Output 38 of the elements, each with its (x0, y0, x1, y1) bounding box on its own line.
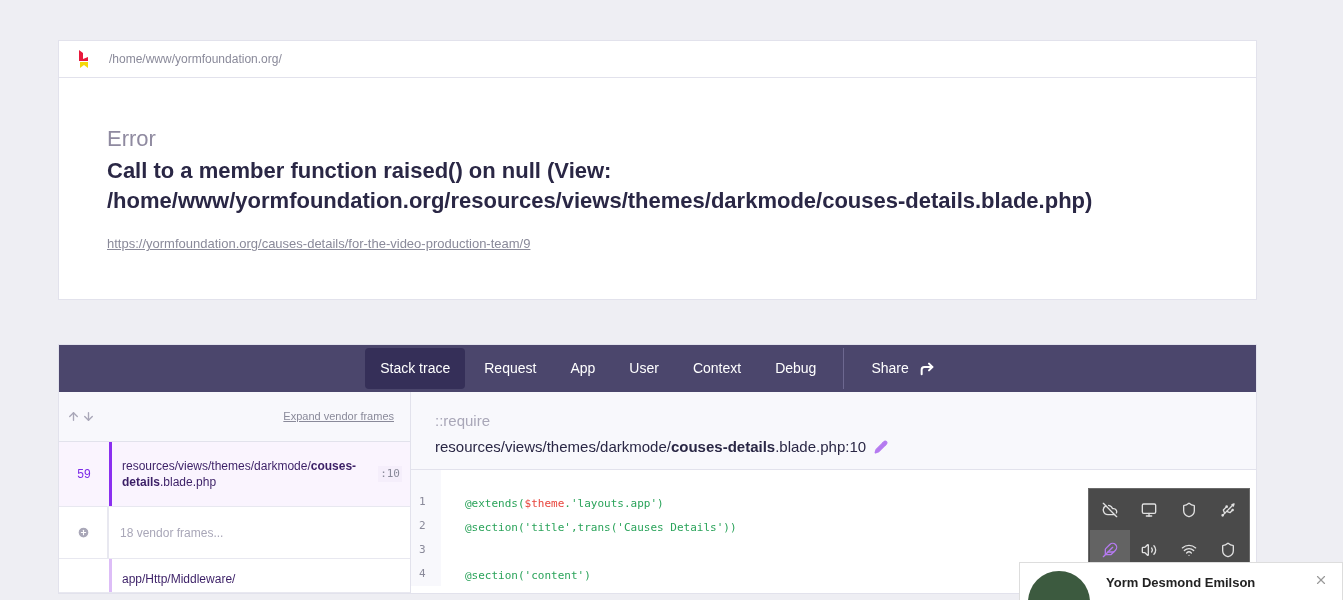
logo-icon (77, 50, 89, 68)
code-line: @section('content') (465, 569, 591, 582)
speaker-icon[interactable] (1141, 542, 1158, 558)
wifi-icon[interactable] (1180, 542, 1197, 558)
line-number: 3 (418, 542, 427, 558)
close-icon[interactable] (1314, 573, 1328, 587)
shield-icon[interactable] (1220, 542, 1237, 558)
share-button[interactable]: Share (856, 348, 950, 389)
tab[interactable]: User (614, 348, 674, 389)
stack-frame[interactable]: app/Http/Middleware/ (59, 559, 410, 593)
frame-path: app/Http/Middleware/ (122, 570, 236, 587)
path-text: /home/www/yormfoundation.org/ (109, 51, 282, 68)
line-number: 4 (418, 566, 427, 582)
monitor-icon[interactable] (1141, 502, 1158, 518)
line-number: :10 (378, 465, 402, 483)
error-message: Call to a member function raised() on null (View: /home/www/yormfoundation.org/resources/views/themes/darkmode/couses-details.blade.php) (107, 157, 1094, 215)
tab[interactable]: Stack trace (365, 348, 466, 389)
usb-icon[interactable] (1220, 502, 1237, 518)
request-url-link[interactable]: https://yormfoundation.org/causes-details/for-the-video-production-team/9 (107, 234, 531, 254)
frame-number: 59 (77, 466, 91, 483)
sender-name: Yorm Desmond Emilson (1106, 574, 1256, 592)
share-icon (918, 360, 935, 377)
line-number: 2 (418, 518, 427, 534)
stack-frame[interactable]: 59 resources/views/themes/darkmode/couses-details.blade.php :10 (59, 442, 410, 507)
line-number: 1 (418, 494, 427, 510)
pencil-icon[interactable] (874, 439, 889, 454)
error-label: Error (107, 125, 157, 153)
file-path: resources/views/themes/darkmode/couses-details.blade.php:10 (435, 436, 867, 457)
shield-icon[interactable] (1180, 502, 1197, 518)
tab[interactable]: Context (677, 348, 757, 389)
code-line: @extends($theme.'layouts.app') (465, 497, 664, 510)
cloud-off-icon[interactable] (1101, 502, 1118, 518)
tab[interactable]: Debug (760, 348, 832, 389)
tab[interactable]: Request (469, 348, 552, 389)
tab[interactable]: App (555, 348, 611, 389)
code-line: @section('title',trans('Causes Details')) (465, 521, 737, 534)
frame-path: resources/views/themes/darkmode/couses-details.blade.php (122, 458, 358, 490)
method-text: ::require (435, 411, 492, 431)
